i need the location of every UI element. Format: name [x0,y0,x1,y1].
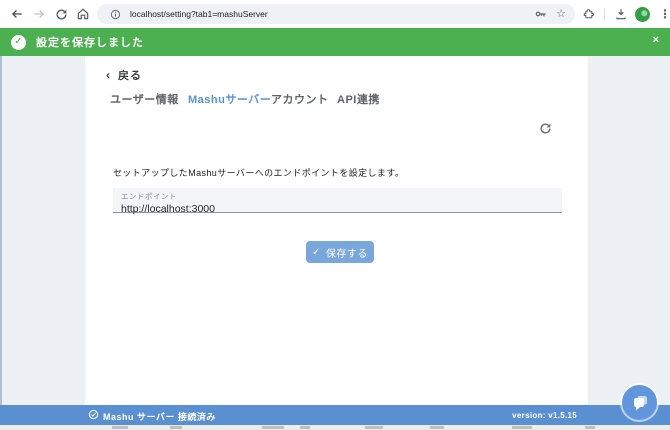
back-icon[interactable] [8,5,26,23]
left-edge-strip [0,56,2,405]
address-bar[interactable]: localhost/setting?tab1=mashuServer ☆ [97,4,575,24]
nav-icons [0,5,92,23]
toast-message: 設定を保存しました [36,34,144,50]
browser-toolbar: localhost/setting?tab1=mashuServer ☆ ⋮ [0,0,670,28]
url-text[interactable]: localhost/setting?tab1=mashuServer [130,9,268,19]
save-button-label: 保存する [326,245,368,260]
description-text: セットアップしたMashuサーバーへのエンドポイントを設定します。 [113,166,404,179]
page-background: ‹ 戻る ユーザー情報 Mashuサーバー アカウント API連携 セットアップし… [0,56,670,405]
save-button[interactable]: ✓ 保存する [306,241,374,263]
tab-user-info[interactable]: ユーザー情報 [110,91,179,107]
connected-check-circle-icon [88,409,99,420]
bookmark-star-icon[interactable]: ☆ [556,9,566,20]
tab-api-integration[interactable]: API連携 [337,91,380,107]
toolbar-separator [604,8,605,21]
settings-panel: ‹ 戻る ユーザー情報 Mashuサーバー アカウント API連携 セットアップし… [85,56,588,405]
profile-avatar[interactable] [635,7,650,22]
endpoint-field[interactable]: エンドポイント [113,188,562,213]
extensions-icon[interactable] [579,5,597,23]
chat-bubble-icon [630,393,650,413]
site-info-icon[interactable] [106,5,124,23]
success-toast: ✓ 設定を保存しました × [0,28,670,56]
forward-icon[interactable] [30,5,48,23]
chevron-left-icon: ‹ [106,68,111,82]
reload-icon[interactable] [52,5,70,23]
bottom-strip [0,425,670,430]
status-bar: Mashu サーバー 接続済み version: v1.5.15 [0,405,670,425]
password-key-icon[interactable] [534,7,548,21]
chat-widget-button[interactable] [622,385,657,420]
browser-window: localhost/setting?tab1=mashuServer ☆ ⋮ ✓… [0,0,670,430]
tab-mashu-server[interactable]: Mashuサーバー [188,91,271,107]
back-link[interactable]: ‹ 戻る [106,67,142,83]
version-label: version: v1.5.15 [512,411,577,420]
home-icon[interactable] [74,5,92,23]
endpoint-field-label: エンドポイント [121,191,554,202]
downloads-icon[interactable] [612,5,630,23]
check-circle-icon: ✓ [11,35,26,50]
check-icon: ✓ [312,247,321,258]
toolbar-right-icons: ⋮ [579,5,670,23]
settings-tabs: ユーザー情報 Mashuサーバー アカウント API連携 [85,91,588,105]
endpoint-input[interactable] [121,202,554,215]
browser-menu-icon[interactable]: ⋮ [655,8,670,20]
toast-close-icon[interactable]: × [653,35,659,46]
back-link-label: 戻る [118,70,142,82]
refresh-icon[interactable] [539,122,552,140]
address-bar-actions: ☆ [534,7,566,21]
connection-status-label: Mashu サーバー 接続済み [103,410,216,423]
tab-account[interactable]: アカウント [271,91,329,107]
